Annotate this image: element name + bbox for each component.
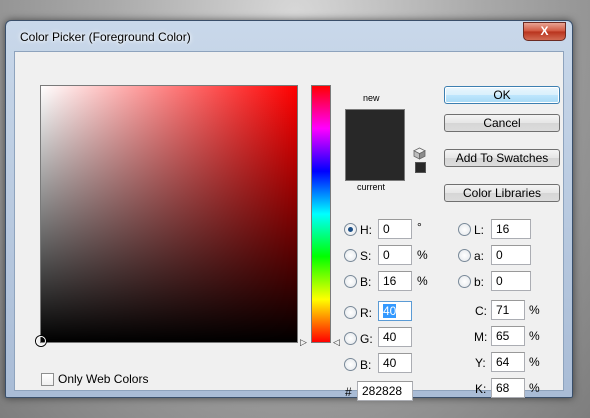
only-web-colors-checkbox[interactable]: [41, 373, 54, 386]
lightness-radio[interactable]: [458, 223, 471, 236]
title-bar[interactable]: Color Picker (Foreground Color) X: [6, 21, 572, 51]
brightness-label: B:: [360, 275, 372, 289]
color-picker-dialog: Color Picker (Foreground Color) X ▷ ◁ ne…: [5, 20, 573, 401]
green-label: G:: [360, 332, 373, 346]
red-label: R:: [360, 306, 372, 320]
magenta-input[interactable]: 65: [491, 326, 525, 346]
hex-label: #: [345, 385, 352, 399]
new-color-label: new: [363, 93, 380, 103]
a-channel-input[interactable]: 0: [491, 245, 531, 265]
web-safe-swatch[interactable]: [415, 162, 426, 173]
close-button[interactable]: X: [523, 22, 566, 41]
hue-label: H:: [360, 223, 372, 237]
brightness-unit: %: [417, 274, 428, 288]
magenta-unit: %: [529, 329, 540, 343]
green-radio[interactable]: [344, 332, 357, 345]
current-color-swatch[interactable]: [345, 145, 405, 181]
blue-label: B:: [360, 358, 372, 372]
gamut-cube-icon[interactable]: [413, 147, 426, 160]
cyan-input[interactable]: 71: [491, 300, 525, 320]
b-channel-label: b:: [474, 275, 485, 289]
black-input[interactable]: 68: [491, 378, 525, 398]
saturation-unit: %: [417, 248, 428, 262]
a-channel-radio[interactable]: [458, 249, 471, 262]
magenta-label: M:: [474, 330, 488, 344]
color-field-marker[interactable]: [36, 336, 46, 346]
close-icon: X: [540, 24, 549, 38]
dialog-body: ▷ ◁ new current OK Cancel Add To Swatche…: [14, 51, 564, 401]
black-unit: %: [529, 381, 540, 395]
b-channel-input[interactable]: 0: [491, 271, 531, 291]
green-input[interactable]: 40: [378, 327, 412, 347]
color-field[interactable]: [36, 85, 298, 346]
a-channel-label: a:: [474, 249, 485, 263]
hue-slider[interactable]: [311, 85, 331, 343]
yellow-unit: %: [529, 355, 540, 369]
b-channel-radio[interactable]: [458, 275, 471, 288]
add-to-swatches-button[interactable]: Add To Swatches: [444, 149, 560, 167]
hue-input[interactable]: 0: [378, 219, 412, 239]
hue-slider-handle-left[interactable]: ▷: [300, 338, 307, 347]
cancel-button[interactable]: Cancel: [444, 114, 560, 132]
lightness-input[interactable]: 16: [491, 219, 531, 239]
hue-unit: °: [417, 220, 422, 234]
red-radio[interactable]: [344, 306, 357, 319]
cyan-label: C:: [475, 304, 487, 318]
yellow-input[interactable]: 64: [491, 352, 525, 372]
yellow-label: Y:: [475, 356, 486, 370]
hue-radio[interactable]: [344, 223, 357, 236]
blue-radio[interactable]: [344, 358, 357, 371]
new-color-swatch: [345, 109, 405, 145]
cyan-unit: %: [529, 303, 540, 317]
blue-input[interactable]: 40: [378, 353, 412, 373]
hue-slider-handle-right[interactable]: ◁: [333, 338, 340, 347]
brightness-radio[interactable]: [344, 275, 357, 288]
ok-button[interactable]: OK: [444, 86, 560, 104]
only-web-colors-label: Only Web Colors: [58, 372, 149, 386]
color-libraries-button[interactable]: Color Libraries: [444, 184, 560, 202]
lightness-label: L:: [474, 223, 485, 237]
black-label: K:: [475, 382, 487, 396]
saturation-label: S:: [360, 249, 372, 263]
dialog-title: Color Picker (Foreground Color): [20, 30, 191, 44]
brightness-input[interactable]: 16: [378, 271, 412, 291]
saturation-radio[interactable]: [344, 249, 357, 262]
red-input[interactable]: 40: [378, 301, 412, 321]
hex-input[interactable]: 282828: [357, 381, 413, 401]
current-color-label: current: [357, 182, 386, 192]
red-input-value: 40: [383, 304, 397, 318]
saturation-input[interactable]: 0: [378, 245, 412, 265]
